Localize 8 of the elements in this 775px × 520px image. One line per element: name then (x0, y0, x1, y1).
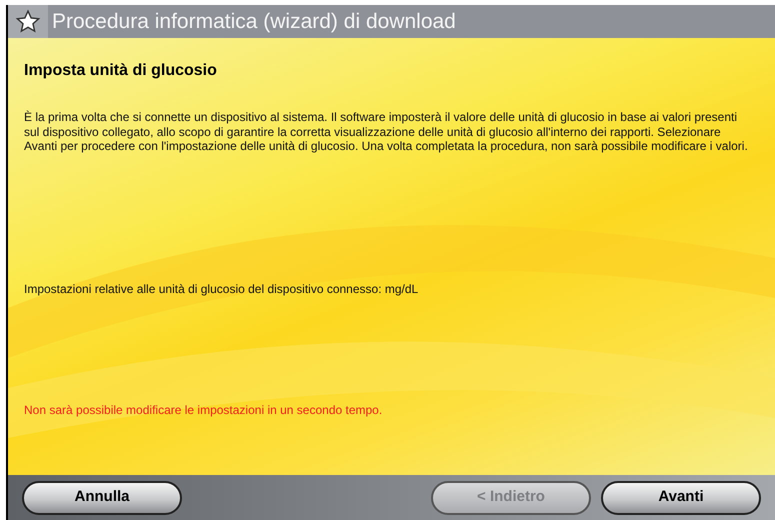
page-heading: Imposta unità di glucosio (24, 61, 218, 81)
star-icon (15, 8, 41, 34)
warning-text: Non sarà possibile modificare le impostazioni in un secondo tempo. (24, 402, 384, 418)
wizard-button[interactable]: Avanti (601, 480, 761, 514)
wizard-button[interactable]: Annulla (22, 480, 182, 514)
device-setting-text: Impostazioni relative alle unità di glucosio del dispositivo connesso: mg/dL (24, 280, 420, 298)
window-title: Procedura informatica (wizard) di download (52, 8, 456, 35)
description-text: È la prima volta che si connette un dispositivo al sistema. Il software imposterà il valore delle unità di glucosio in base ai valori presenti sul dispositivo collegato, allo scopo di garantire la corretta visualizzazione delle unità di glucosio all'interno dei rapporti. Selezionare Avanti per procedere con l'impostazione delle unità di glucosio. Una volta completata la procedura, non sarà possibile modificare i valori. (24, 110, 749, 154)
